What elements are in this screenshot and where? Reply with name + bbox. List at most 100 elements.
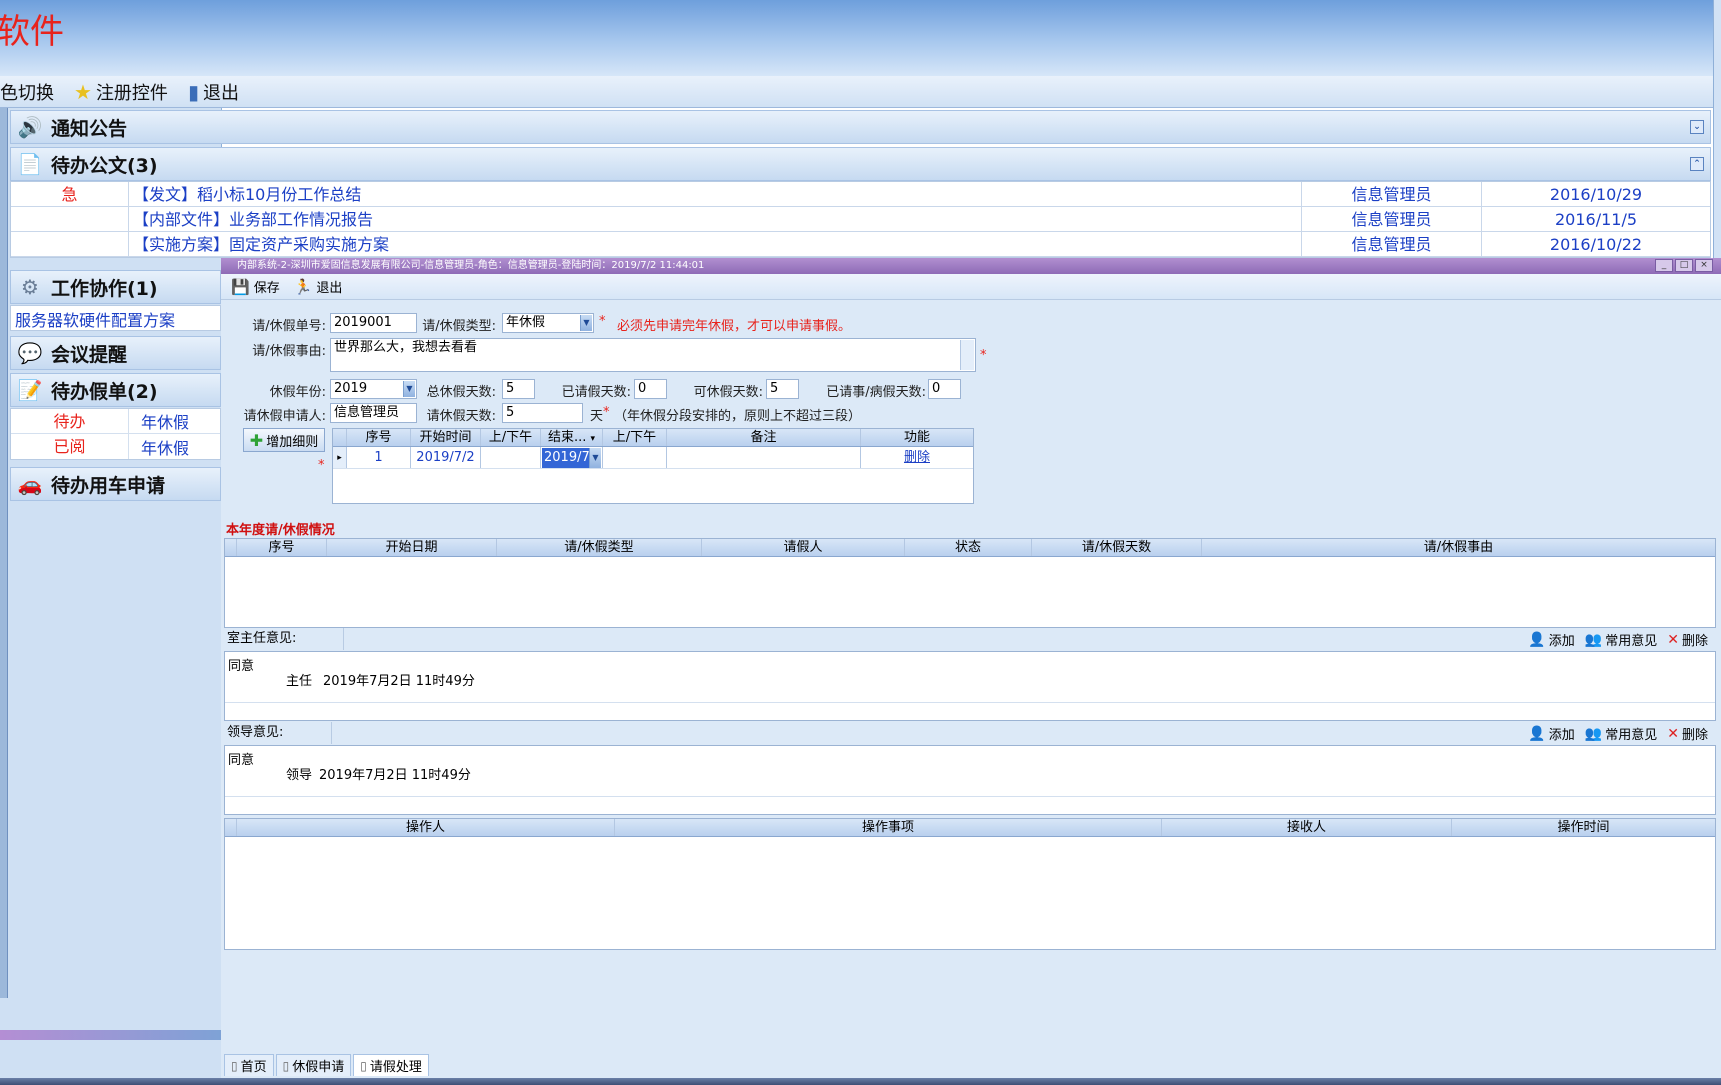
add-detail-button[interactable]: ✚ 增加细则 (243, 428, 325, 452)
total-days-field[interactable]: 5 (502, 379, 535, 399)
col-header[interactable]: 请假人 (702, 539, 905, 556)
window-exit-button[interactable]: 🏃 退出 (294, 277, 343, 297)
col-header[interactable]: 开始时间 (411, 429, 481, 446)
row-start-ampm[interactable] (481, 447, 541, 468)
urgent-flag (11, 206, 129, 232)
collab-item-link[interactable]: 服务器软硬件配置方案 (11, 306, 220, 331)
gears-icon: ⚙ (21, 275, 39, 299)
leave-panel-header[interactable]: 📝 待办假单(2) (10, 373, 221, 407)
doc-row[interactable]: 【实施方案】固定资产采购实施方案 信息管理员 2016/10/22 (11, 231, 1710, 257)
col-header[interactable]: 状态 (905, 539, 1032, 556)
reason-textarea[interactable]: 世界那么大，我想去看看 (330, 338, 976, 372)
col-header[interactable]: 上/下午 (603, 429, 667, 446)
close-icon[interactable]: × (1695, 259, 1713, 272)
register-control-label: 注册控件 (95, 82, 168, 104)
row-end-ampm[interactable] (603, 447, 667, 468)
exit-button[interactable]: ▮ 退出 (188, 76, 239, 108)
role-switch-button[interactable]: 角色切换 (0, 76, 54, 108)
row-remark[interactable] (667, 447, 861, 468)
tab-home[interactable]: ▯ 首页 (224, 1054, 274, 1076)
available-days-field[interactable]: 5 (766, 379, 799, 399)
col-header[interactable]: 操作人 (237, 819, 615, 836)
opinion-divider (225, 702, 1715, 703)
collab-panel-header[interactable]: ⚙ 工作协作(1) (10, 270, 221, 304)
window-title: 内部系统-2-深圳市爱固信息发展有限公司-信息管理员-角色：信息管理员-登陆时间… (237, 260, 705, 271)
doc-title-link[interactable]: 【内部文件】业务部工作情况报告 (129, 206, 1302, 232)
director-opinion-box[interactable]: 同意 主任 2019年7月2日 11时49分 (224, 651, 1716, 721)
used-days-field[interactable]: 0 (634, 379, 667, 399)
delete-opinion-button[interactable]: ✕ 删除 (1667, 630, 1708, 650)
doc-title-link[interactable]: 【实施方案】固定资产采购实施方案 (129, 231, 1302, 257)
minimize-icon[interactable]: _ (1655, 259, 1673, 272)
exit-label: 退出 (202, 82, 239, 104)
year-select[interactable]: 2019 ▼ (330, 379, 417, 399)
add-opinion-button[interactable]: 👤 添加 (1528, 724, 1574, 744)
doc-row[interactable]: 【内部文件】业务部工作情况报告 信息管理员 2016/11/5 (11, 206, 1710, 232)
header-spacer (225, 819, 237, 836)
leave-item-type[interactable]: 年休假 (129, 409, 189, 433)
leave-days-label: 请休假天数: (426, 409, 496, 424)
col-header[interactable]: 操作事项 (615, 819, 1162, 836)
leave-days-field[interactable]: 5 (502, 403, 583, 423)
log-table-header: 操作人 操作事项 接收人 操作时间 (225, 819, 1715, 837)
doc-row[interactable]: 急 【发文】稻小标10月份工作总结 信息管理员 2016/10/29 (11, 181, 1710, 207)
add-opinion-button[interactable]: 👤 添加 (1528, 630, 1574, 650)
col-header[interactable]: 备注 (667, 429, 861, 446)
leave-item-type[interactable]: 年休假 (129, 435, 189, 459)
pending-docs-panel-header[interactable]: 📄 待办公文(3) ⌃ (10, 147, 1711, 181)
doc-title-link[interactable]: 【发文】稻小标10月份工作总结 (129, 181, 1302, 207)
app-title: 软件 (0, 12, 64, 52)
window-toolbar: 💾 保存 🏃 退出 (221, 274, 1721, 300)
chevron-down-icon[interactable]: ▼ (580, 315, 592, 331)
tab-leave-process[interactable]: ▯ 请假处理 (353, 1054, 429, 1076)
director-opinion-label: 室主任意见: (224, 628, 344, 650)
meeting-panel-header[interactable]: 💬 会议提醒 (10, 336, 221, 370)
leave-item[interactable]: 待办 年休假 (11, 408, 220, 434)
expand-icon[interactable]: ⌄ (1690, 120, 1704, 134)
page-icon: ▯ (231, 1058, 238, 1073)
sick-days-field[interactable]: 0 (928, 379, 961, 399)
date-dropdown-icon[interactable]: ▼ (589, 448, 601, 468)
col-header[interactable]: 请/休假事由 (1202, 539, 1715, 556)
common-opinion-label: 常用意见 (1605, 634, 1658, 649)
detail-grid-row[interactable]: ▸ 1 2019/7/2 2019/7/6 ▼ 删除 (333, 447, 973, 469)
window-exit-label: 退出 (316, 281, 343, 296)
add-person-icon: 👤 (1528, 725, 1546, 742)
sidebar-splitter[interactable] (0, 108, 8, 998)
row-delete-link[interactable]: 删除 (861, 447, 973, 468)
col-header[interactable]: 接收人 (1162, 819, 1452, 836)
common-opinion-button[interactable]: 👥 常用意见 (1585, 724, 1657, 744)
row-end-editor[interactable]: 2019/7/6 ▼ (541, 447, 603, 468)
delete-opinion-button[interactable]: ✕ 删除 (1667, 724, 1708, 744)
speaker-icon: 🔊 (17, 115, 43, 139)
col-header[interactable]: 上/下午 (481, 429, 541, 446)
leave-type-select[interactable]: 年休假 ▼ (502, 313, 594, 333)
maximize-icon[interactable]: □ (1675, 259, 1693, 272)
collapse-icon[interactable]: ⌃ (1690, 157, 1704, 171)
leader-opinion-box[interactable]: 同意 领导 2019年7月2日 11时49分 (224, 745, 1716, 815)
col-header[interactable]: 开始日期 (327, 539, 497, 556)
col-header[interactable]: 结束... ▾ (541, 429, 603, 446)
save-button[interactable]: 💾 保存 (231, 277, 280, 297)
col-header[interactable]: 请/休假类型 (497, 539, 702, 556)
exit-door-icon: ▮ (187, 79, 199, 104)
notice-panel-header[interactable]: 🔊 通知公告 ⌄ (10, 110, 1711, 144)
car-panel-header[interactable]: 🚗 待办用车申请 (10, 467, 221, 501)
leave-type-note: 必须先申请完年休假，才可以申请事假。 (617, 319, 852, 334)
register-control-button[interactable]: ★ 注册控件 (74, 76, 168, 108)
leave-no-field[interactable]: 2019001 (330, 313, 417, 333)
tab-leave-request[interactable]: ▯ 休假申请 (275, 1054, 352, 1076)
col-header[interactable]: 操作时间 (1452, 819, 1715, 836)
row-indicator-icon: ▸ (333, 447, 347, 468)
row-start[interactable]: 2019/7/2 (411, 447, 481, 468)
col-header[interactable]: 请/休假天数 (1032, 539, 1202, 556)
textarea-scrollbar[interactable] (960, 340, 974, 370)
sort-arrow-icon: ▾ (590, 434, 596, 444)
leave-item[interactable]: 已阅 年休假 (11, 434, 220, 459)
col-header[interactable]: 功能 (861, 429, 973, 446)
applicant-field[interactable]: 信息管理员 (330, 403, 417, 423)
col-header[interactable]: 序号 (237, 539, 327, 556)
common-opinion-button[interactable]: 👥 常用意见 (1585, 630, 1658, 650)
col-header[interactable]: 序号 (347, 429, 411, 446)
window-titlebar[interactable]: 内部系统-2-深圳市爱固信息发展有限公司-信息管理员-角色：信息管理员-登陆时间… (221, 258, 1721, 274)
